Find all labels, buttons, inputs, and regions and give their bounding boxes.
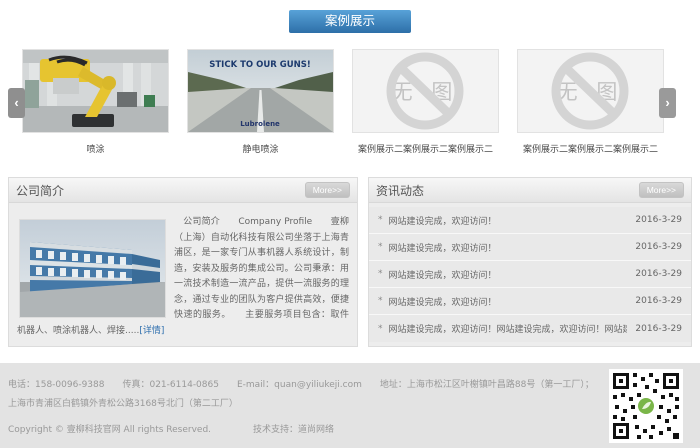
case-item-noimage-1[interactable]: 无 图 案例展示二案例展示二案例展示二 <box>352 49 499 155</box>
case-carousel: ‹ <box>0 49 700 167</box>
news-date: 2016-3-29 <box>635 324 682 334</box>
case-item-electrostatic[interactable]: STICK TO OUR GUNS! Lubrolene 静电喷涂 <box>187 49 334 155</box>
news-title: 网站建设完成，欢迎访问！ <box>389 295 628 308</box>
footer-contact-info: 电话：158-0096-9388 传真：021-6114-0865 E-mail… <box>8 376 600 414</box>
details-link[interactable]: [详情] <box>139 326 164 336</box>
company-panel-body: 公司简介 Company Profile 壹柳（上海）自动化科技有限公司坐落于上… <box>9 203 357 346</box>
case-caption: 喷涂 <box>22 142 169 155</box>
news-date: 2016-3-29 <box>635 242 682 252</box>
no-image-placeholder-icon: 无 图 <box>517 49 664 133</box>
news-bullet: * <box>378 296 383 306</box>
company-panel-header: 公司简介 More>> <box>9 178 357 203</box>
news-date: 2016-3-29 <box>635 269 682 279</box>
case-caption: 案例展示二案例展示二案例展示二 <box>517 142 664 155</box>
company-panel-title: 公司简介 <box>16 182 64 199</box>
case-photo-road: STICK TO OUR GUNS! Lubrolene <box>187 49 334 133</box>
news-bullet: * <box>378 269 383 279</box>
news-bullet: * <box>378 324 383 334</box>
news-title: 网站建设完成，欢迎访问！ <box>389 241 628 254</box>
no-image-placeholder-icon: 无 图 <box>352 49 499 133</box>
company-profile-panel: 公司简介 More>> <box>8 177 358 347</box>
news-panel-title: 资讯动态 <box>376 182 424 199</box>
news-item[interactable]: * 网站建设完成，欢迎访问！ 2016-3-29 <box>369 234 691 261</box>
case-photo-robot <box>22 49 169 133</box>
news-title: 网站建设完成，欢迎访问！ <box>389 214 628 227</box>
carousel-next-icon[interactable]: › <box>659 88 676 118</box>
factory-photo <box>19 219 166 318</box>
news-title: 网站建设完成，欢迎访问！ <box>389 268 628 281</box>
news-more-button[interactable]: More>> <box>639 182 684 198</box>
news-title: 网站建设完成，欢迎访问！网站建设完成，欢迎访问！网站建设完 <box>389 322 628 335</box>
news-bullet: * <box>378 215 383 225</box>
news-item[interactable]: * 网站建设完成，欢迎访问！ 2016-3-29 <box>369 288 691 315</box>
tech-support-text: 技术支持：道尚网络 <box>253 425 334 435</box>
case-item-spray[interactable]: 喷涂 <box>22 49 169 155</box>
qr-code <box>609 369 683 443</box>
news-list: * 网站建设完成，欢迎访问！ 2016-3-29 * 网站建设完成，欢迎访问！ … <box>369 203 691 346</box>
copyright-text: Copyright © 壹柳科技官网 All rights Reserved. <box>8 425 211 435</box>
case-caption: 案例展示二案例展示二案例展示二 <box>352 142 499 155</box>
carousel-track: 喷涂 STICK TO OUR GUNS! Lu <box>0 49 700 155</box>
news-item[interactable]: * 网站建设完成，欢迎访问！ 2016-3-29 <box>369 261 691 288</box>
case-caption: 静电喷涂 <box>187 142 334 155</box>
case-item-noimage-2[interactable]: 无 图 案例展示二案例展示二案例展示二 <box>517 49 664 155</box>
news-panel: 资讯动态 More>> * 网站建设完成，欢迎访问！ 2016-3-29 * 网… <box>368 177 692 347</box>
road-logo-text: Lubrolene <box>240 120 280 128</box>
page-footer: 电话：158-0096-9388 传真：021-6114-0865 E-mail… <box>0 363 700 448</box>
news-panel-header: 资讯动态 More>> <box>369 178 691 203</box>
showcase-title-button[interactable]: 案例展示 <box>289 10 411 33</box>
news-date: 2016-3-29 <box>635 215 682 225</box>
news-item[interactable]: * 网站建设完成，欢迎访问！网站建设完成，欢迎访问！网站建设完 2016-3-2… <box>369 315 691 342</box>
news-item[interactable]: * 网站建设完成，欢迎访问！ 2016-3-29 <box>369 207 691 234</box>
company-more-button[interactable]: More>> <box>305 182 350 198</box>
news-date: 2016-3-29 <box>635 296 682 306</box>
news-bullet: * <box>378 242 383 252</box>
carousel-prev-icon[interactable]: ‹ <box>8 88 25 118</box>
road-overlay-text: STICK TO OUR GUNS! <box>209 60 310 70</box>
